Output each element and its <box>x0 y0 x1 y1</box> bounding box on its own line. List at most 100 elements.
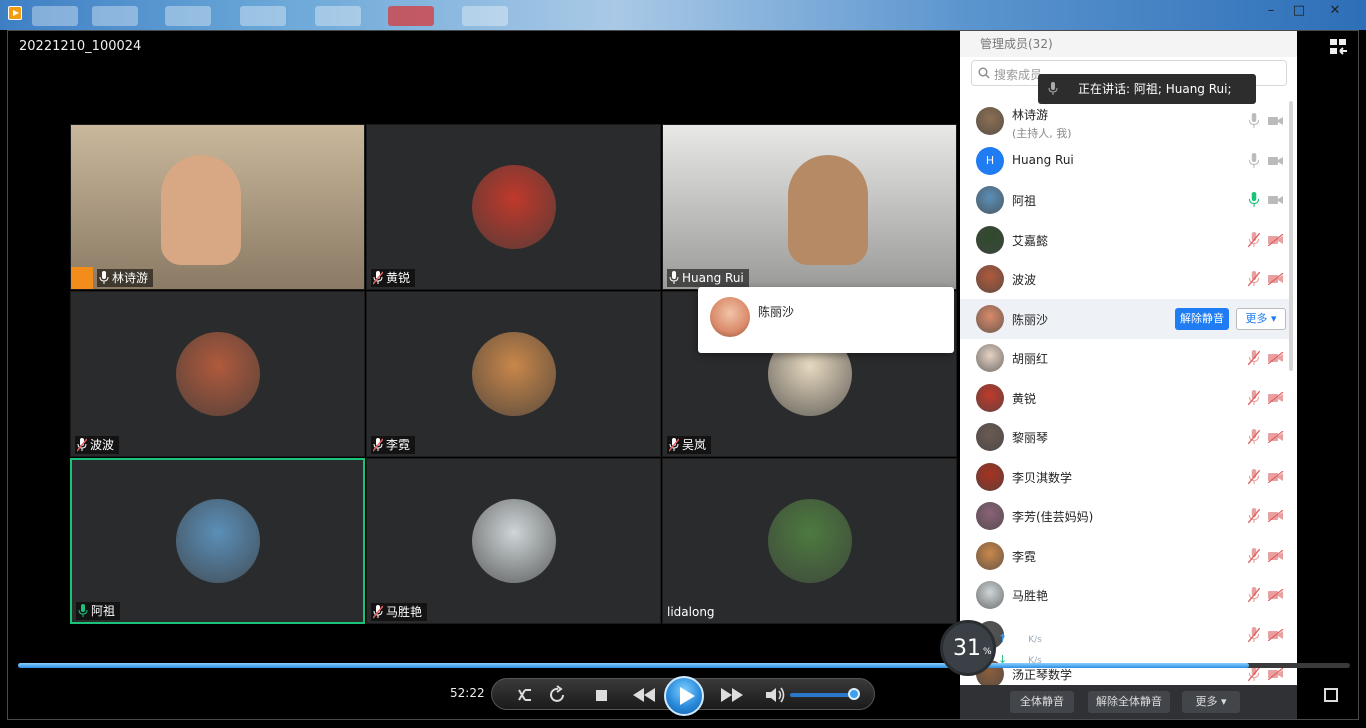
camera-off-icon[interactable] <box>1268 194 1284 206</box>
mic-muted-icon[interactable] <box>1248 547 1260 564</box>
camera-face <box>161 155 241 265</box>
mic-muted-icon[interactable] <box>1248 468 1260 485</box>
seek-bar[interactable] <box>18 663 1350 668</box>
member-row[interactable]: 林诗游 (主持人, 我) <box>960 101 1290 141</box>
camera-off-icon[interactable] <box>1268 115 1284 127</box>
avatar <box>976 502 1004 530</box>
avatar <box>976 383 1004 412</box>
member-row[interactable]: 艾嘉懿 <box>960 220 1290 260</box>
mute-all-button[interactable]: 全体静音 <box>1010 691 1074 713</box>
member-row[interactable]: H Huang Rui <box>960 141 1290 181</box>
member-list-scrollbar[interactable] <box>1289 101 1293 371</box>
network-speed-meter: 31 % <box>940 620 996 676</box>
mic-muted-icon[interactable] <box>1248 231 1260 248</box>
camera-off-icon[interactable] <box>1268 391 1284 404</box>
desktop-icon[interactable] <box>315 6 361 26</box>
camera-off-icon[interactable] <box>1268 233 1284 246</box>
desktop-icon[interactable] <box>240 6 286 26</box>
video-tile[interactable]: lidalong <box>662 458 957 624</box>
rewind-icon[interactable] <box>630 685 658 705</box>
mic-muted-icon[interactable] <box>1248 666 1260 682</box>
camera-off-icon[interactable] <box>1268 155 1284 167</box>
camera-off-icon[interactable] <box>1268 668 1284 680</box>
camera-off-icon[interactable] <box>1268 510 1284 522</box>
close-button[interactable]: ✕ <box>1322 2 1348 22</box>
mic-muted-icon[interactable] <box>1248 350 1260 366</box>
fast-forward-icon[interactable] <box>718 685 746 705</box>
microphone-icon[interactable] <box>1248 113 1260 129</box>
camera-off-icon[interactable] <box>1268 470 1284 483</box>
repeat-icon[interactable] <box>547 685 569 705</box>
play-button[interactable] <box>664 676 704 716</box>
participant-popup[interactable]: 陈丽沙 <box>698 287 954 353</box>
camera-off-icon[interactable] <box>1268 628 1284 641</box>
volume-slider[interactable] <box>790 693 854 697</box>
avatar <box>976 541 1004 570</box>
participant-name: 林诗游 <box>112 271 149 285</box>
minimize-button[interactable]: – <box>1258 2 1284 22</box>
member-row[interactable]: 黄锐 <box>960 378 1290 418</box>
participant-name: 吴岚 <box>682 438 707 452</box>
desktop-icon[interactable] <box>388 6 434 26</box>
desktop-icon[interactable] <box>165 6 211 26</box>
footer-more-button[interactable]: 更多 ▾ <box>1182 691 1240 713</box>
maximize-button[interactable]: □ <box>1286 2 1312 22</box>
member-name: 马胜艳 <box>1012 589 1049 603</box>
member-row[interactable]: 李霓 <box>960 536 1290 576</box>
participant-name-tag: 阿祖 <box>76 602 121 620</box>
volume-icon[interactable] <box>764 685 786 705</box>
camera-off-icon[interactable] <box>1268 431 1284 443</box>
avatar <box>767 499 852 583</box>
microphone-icon[interactable] <box>1248 192 1260 208</box>
video-tile[interactable]: 林诗游 <box>70 124 365 290</box>
member-row[interactable]: 黎丽琴 <box>960 417 1290 457</box>
volume-slider-knob[interactable] <box>848 688 860 700</box>
mic-muted-icon[interactable] <box>1248 587 1260 603</box>
member-row[interactable]: 胡丽红 <box>960 338 1290 378</box>
mic-muted-icon[interactable] <box>1248 508 1260 524</box>
layout-toggle-icon[interactable] <box>1330 39 1348 55</box>
video-tile[interactable]: 波波 <box>70 291 365 457</box>
member-row[interactable]: 李芳(佳芸妈妈) <box>960 496 1290 536</box>
member-row[interactable]: 李贝淇数学 <box>960 457 1290 497</box>
desktop-icon[interactable] <box>462 6 508 26</box>
upload-rate: ↑ 3.2K/s <box>998 632 1042 645</box>
upload-rate-unit: K/s <box>1028 635 1042 645</box>
avatar <box>976 107 1004 135</box>
member-row[interactable]: 阿祖 <box>960 180 1290 220</box>
member-row[interactable]: 陈丽沙 解除静音 更多 ▾ <box>960 298 1290 339</box>
video-tile[interactable]: Huang Rui <box>662 124 957 290</box>
fullscreen-icon[interactable] <box>1324 688 1338 702</box>
camera-off-icon[interactable] <box>1268 549 1284 562</box>
desktop-icon[interactable] <box>92 6 138 26</box>
unmute-all-button[interactable]: 解除全体静音 <box>1088 691 1170 713</box>
participant-name: 黄锐 <box>386 271 411 285</box>
mic-muted-icon <box>373 438 383 452</box>
participant-name-tag: 林诗游 <box>97 269 154 287</box>
shuffle-icon[interactable] <box>516 685 538 705</box>
stop-icon[interactable] <box>590 685 612 705</box>
member-row[interactable]: 波波 <box>960 259 1290 299</box>
mic-muted-icon[interactable] <box>1248 389 1260 406</box>
camera-off-icon[interactable] <box>1268 273 1284 285</box>
desktop-icon[interactable] <box>32 6 78 26</box>
popup-participant-name: 陈丽沙 <box>758 305 795 319</box>
video-tile[interactable]: 马胜艳 <box>366 458 661 624</box>
member-row[interactable]: 马胜艳 <box>960 575 1290 615</box>
unmute-button[interactable]: 解除静音 <box>1175 307 1229 330</box>
member-more-button[interactable]: 更多 ▾ <box>1236 307 1286 330</box>
seek-progress <box>18 663 1249 668</box>
mic-muted-icon[interactable] <box>1248 271 1260 287</box>
mic-muted-icon[interactable] <box>1248 429 1260 445</box>
avatar <box>175 499 260 583</box>
player-app-icon[interactable] <box>8 6 22 20</box>
mic-muted-icon[interactable] <box>1248 626 1260 643</box>
camera-off-icon[interactable] <box>1268 352 1284 364</box>
microphone-icon[interactable] <box>1248 152 1260 169</box>
video-tile[interactable]: 黄锐 <box>366 124 661 290</box>
video-tile[interactable]: 李霓 <box>366 291 661 457</box>
member-name: Huang Rui <box>1012 152 1074 167</box>
camera-off-icon[interactable] <box>1268 589 1284 601</box>
avatar <box>976 581 1004 609</box>
video-tile[interactable]: 阿祖 <box>70 458 365 624</box>
